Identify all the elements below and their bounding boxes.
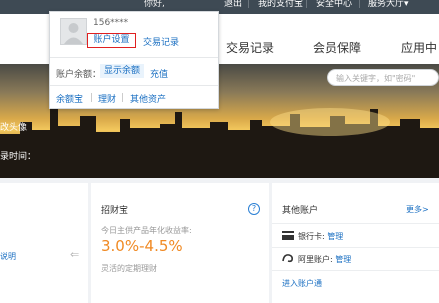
other-accounts-card: 其他账户 更多> 银行卡: 管理 阿里账户: 管理 进入账户通 [272, 183, 439, 303]
divider [50, 85, 218, 86]
avatar[interactable] [60, 18, 87, 45]
info-link[interactable]: 说明 [0, 251, 16, 262]
balance-label: 账户余额： [56, 70, 102, 80]
trade-records-link[interactable]: 交易记录 [143, 35, 179, 48]
logout-link[interactable]: 退出 [224, 0, 242, 9]
left-card: 说明 ⇐ [0, 183, 88, 303]
bank-card-manage-link[interactable]: 管理 [327, 232, 343, 241]
product-desc: 灵活的定期理财 [101, 264, 157, 273]
licai-link[interactable]: 理财 [98, 92, 116, 105]
topbar-divider [359, 0, 360, 8]
divider [272, 247, 439, 248]
phone-number: 156**** [93, 18, 129, 28]
link-divider [122, 93, 123, 102]
service-hall-link[interactable]: 服务大厅▾ [368, 0, 409, 9]
security-center-link[interactable]: 安全中心 [316, 0, 352, 9]
search-input[interactable]: 输入关键字，如"密码" [327, 69, 439, 86]
link-divider [91, 93, 92, 102]
divider [50, 57, 218, 58]
nav-apps[interactable]: 应用中 [401, 39, 437, 56]
other-accounts-title: 其他账户 [282, 206, 319, 216]
other-assets-link[interactable]: 其他资产 [130, 92, 166, 105]
search-placeholder: 输入关键字，如"密码" [336, 74, 416, 83]
topbar-divider [306, 0, 307, 8]
ali-account-manage-link[interactable]: 管理 [335, 255, 351, 264]
yuebao-link[interactable]: 余额宝 [56, 92, 83, 105]
divider [272, 270, 439, 271]
aliwangwang-icon [282, 253, 294, 266]
user-icon [64, 23, 83, 44]
nav-member-protection[interactable]: 会员保障 [313, 39, 361, 56]
bank-card-row: 银行卡: 管理 [298, 232, 344, 241]
chevron-down-icon: ▾ [404, 0, 409, 9]
account-dropdown: 156**** 账户设置 交易记录 账户余额： 显示余额 充值 余额宝 理财 其… [49, 11, 219, 109]
arrow-left-icon: ⇐ [70, 248, 80, 261]
zhaocaibao-card: 招财宝 ? 今日主供产品年化收益率: 3.0%-4.5% 灵活的定期理财 [91, 183, 269, 303]
yield-rate: 3.0%-4.5% [101, 237, 183, 255]
change-avatar-text[interactable]: 改头像 [0, 120, 27, 133]
yield-subtitle: 今日主供产品年化收益率: [101, 226, 192, 235]
recharge-link[interactable]: 充值 [150, 67, 168, 80]
bank-card-icon [282, 231, 294, 243]
greeting-text: 你好, [144, 0, 165, 9]
my-alipay-link[interactable]: 我的支付宝 [258, 0, 303, 9]
divider [272, 223, 439, 224]
zhaocaibao-title: 招财宝 [101, 206, 129, 216]
login-time-text: 录时间： [0, 152, 37, 162]
enter-account-link[interactable]: 进入账户通 [282, 278, 322, 289]
more-link[interactable]: 更多> [406, 204, 429, 215]
account-settings-link[interactable]: 账户设置 [87, 33, 136, 48]
topbar-divider [248, 0, 249, 8]
nav-trade-records[interactable]: 交易记录 [226, 39, 274, 56]
ali-account-row: 阿里账户: 管理 [298, 255, 352, 264]
help-icon[interactable]: ? [248, 203, 260, 215]
show-balance-button[interactable]: 显示余额 [100, 64, 144, 78]
